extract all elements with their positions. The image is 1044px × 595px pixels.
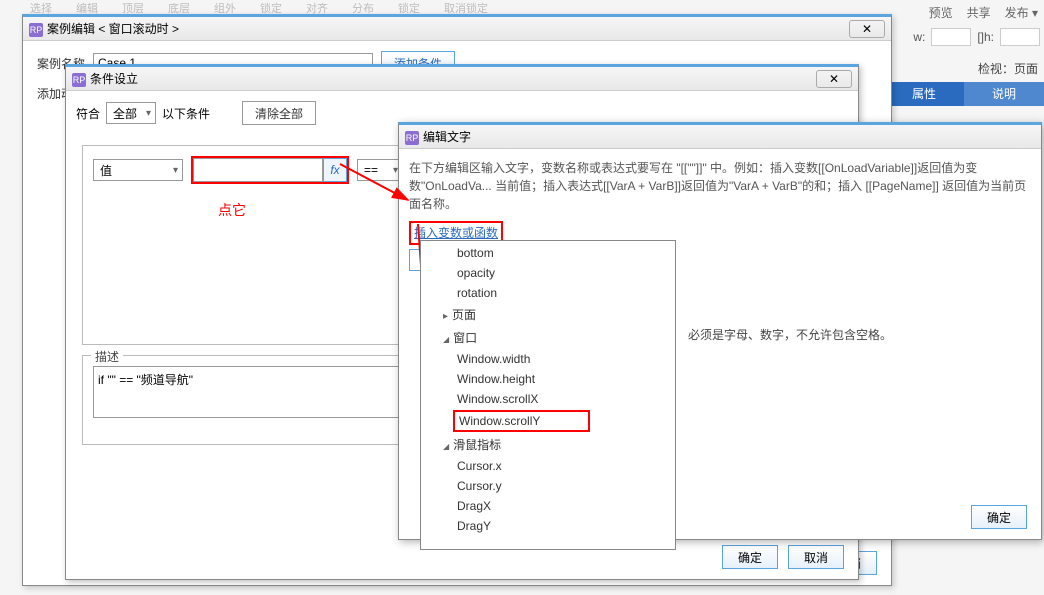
dialog1-close[interactable]: ✕ <box>849 20 885 38</box>
fx-button[interactable]: fx <box>323 158 347 182</box>
w-input[interactable] <box>931 28 971 46</box>
dd-item[interactable]: Window.height <box>421 369 675 389</box>
name-rule-hint: 必须是字母、数字，不允许包含空格。 <box>688 326 892 343</box>
dd-group[interactable]: 窗口 <box>421 326 675 349</box>
dd-item[interactable]: Cursor.x <box>421 456 675 476</box>
rp-icon: RP <box>72 73 86 87</box>
dd-group[interactable]: 页面 <box>421 303 675 326</box>
hint-text: 在下方编辑区输入文字，变数名称或表达式要写在 "[[""]]" 中。例如：插入变… <box>409 159 1031 213</box>
operator-select[interactable]: == <box>357 159 403 181</box>
dialog2-cancel[interactable]: 取消 <box>788 545 844 569</box>
dialog3-titlebar: RP 编辑文字 <box>399 125 1041 149</box>
rp-icon: RP <box>29 23 43 37</box>
dd-item[interactable]: DragY <box>421 516 675 536</box>
dialog1-title: 案例编辑 < 窗口滚动时 > <box>47 22 179 36</box>
dialog2-titlebar: RP 条件设立 ✕ <box>66 67 858 91</box>
match-label: 符合 <box>76 105 100 122</box>
tab-attrs[interactable]: 属性 <box>884 82 964 106</box>
dd-item[interactable]: bottom <box>421 243 675 263</box>
rp-icon: RP <box>405 131 419 145</box>
tab-notes[interactable]: 说明 <box>964 82 1044 106</box>
dialog2-ok[interactable]: 确定 <box>722 545 778 569</box>
view-label: 检视：页面 <box>978 60 1038 77</box>
dialog3-ok[interactable]: 确定 <box>971 505 1027 529</box>
dialog2-title: 条件设立 <box>90 72 138 86</box>
dd-item[interactable]: Window.scrollX <box>421 389 675 409</box>
dd-item[interactable]: opacity <box>421 263 675 283</box>
size-props: w: []h: <box>913 28 1040 46</box>
dialog3-title: 编辑文字 <box>423 130 471 144</box>
dd-item[interactable]: Cursor.y <box>421 476 675 496</box>
value-input[interactable] <box>193 158 323 182</box>
dd-item[interactable]: rotation <box>421 283 675 303</box>
dd-item[interactable]: Window.width <box>421 349 675 369</box>
match-suffix: 以下条件 <box>162 105 210 122</box>
top-right-actions: 预览 共享 发布 ▾ <box>929 4 1038 21</box>
function-dropdown: bottomopacityrotation页面窗口Window.widthWin… <box>420 240 676 550</box>
dialog1-titlebar: RP 案例编辑 < 窗口滚动时 > ✕ <box>23 17 891 41</box>
match-select[interactable]: 全部 <box>106 102 156 124</box>
side-tabs: 属性 说明 <box>884 82 1044 106</box>
dd-group[interactable]: 滑鼠指标 <box>421 433 675 456</box>
dd-item[interactable]: DragX <box>421 496 675 516</box>
dialog2-close[interactable]: ✕ <box>816 70 852 88</box>
desc-legend: 描述 <box>91 348 123 365</box>
dd-item-selected[interactable]: Window.scrollY <box>421 409 675 433</box>
value-type-select[interactable]: 值 <box>93 159 183 181</box>
clear-all-button[interactable]: 清除全部 <box>242 101 316 125</box>
h-input[interactable] <box>1000 28 1040 46</box>
